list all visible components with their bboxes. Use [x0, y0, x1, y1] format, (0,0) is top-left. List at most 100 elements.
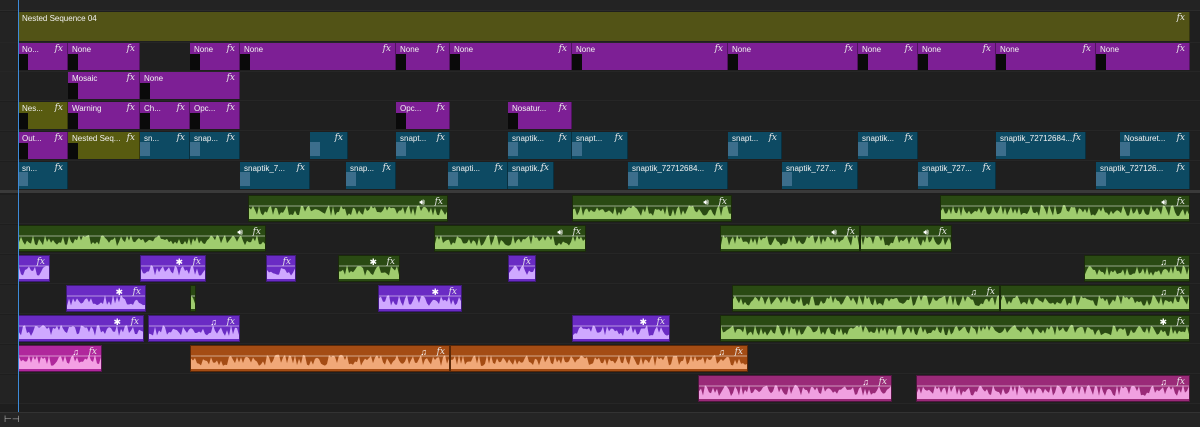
fx-badge-icon[interactable]: fx [939, 227, 947, 237]
zoom-to-fit-icon[interactable]: ⊢⊣ [4, 414, 20, 425]
fx-badge-icon[interactable]: fx [1083, 44, 1091, 54]
fx-badge-icon[interactable]: fx [905, 133, 913, 143]
audio-track-header[interactable] [0, 375, 19, 403]
fx-badge-icon[interactable]: fx [1073, 133, 1081, 143]
video-clip[interactable]: Nosaturet... fx [1120, 132, 1190, 159]
video-clip[interactable]: None fx [572, 43, 728, 70]
video-clip[interactable]: snaptik_727126... fx [1096, 162, 1190, 189]
fx-badge-icon[interactable]: fx [55, 163, 63, 173]
horizontal-scrollbar[interactable] [0, 412, 1200, 427]
fx-badge-icon[interactable]: fx [127, 103, 135, 113]
video-track-header[interactable] [0, 102, 19, 130]
video-clip[interactable]: snapt... fx [396, 132, 450, 159]
video-track-header[interactable] [0, 43, 19, 71]
video-clip[interactable]: snaptik_727... fx [918, 162, 996, 189]
video-clip[interactable]: None fx [1096, 43, 1190, 70]
fx-badge-icon[interactable]: fx [127, 73, 135, 83]
audio-clip[interactable]: fx ✱ [18, 315, 144, 342]
video-track-header[interactable] [0, 72, 19, 100]
fx-badge-icon[interactable]: fx [335, 133, 343, 143]
fx-badge-icon[interactable]: fx [1177, 197, 1185, 207]
audio-clip[interactable]: fx ✱ [66, 285, 146, 312]
fx-badge-icon[interactable]: fx [1177, 44, 1185, 54]
fx-badge-icon[interactable]: fx [847, 227, 855, 237]
video-clip[interactable]: Nosatur... fx [508, 102, 572, 129]
fx-badge-icon[interactable]: fx [437, 44, 445, 54]
video-clip[interactable]: snapti... fx [448, 162, 508, 189]
audio-clip[interactable]: fx ✱ [720, 315, 1190, 342]
video-clip[interactable]: snaptik... fx [508, 162, 554, 189]
fx-badge-icon[interactable]: fx [983, 163, 991, 173]
fx-badge-icon[interactable]: fx [253, 227, 261, 237]
audio-clip[interactable]: fx ♫ [916, 375, 1190, 402]
audio-clip[interactable]: fx ✱ [338, 255, 400, 282]
fx-badge-icon[interactable]: fx [1177, 163, 1185, 173]
fx-badge-icon[interactable]: fx [845, 163, 853, 173]
fx-badge-icon[interactable]: fx [573, 227, 581, 237]
fx-badge-icon[interactable]: fx [227, 44, 235, 54]
video-track-header[interactable] [0, 162, 19, 190]
fx-badge-icon[interactable]: fx [383, 44, 391, 54]
playhead[interactable] [18, 0, 19, 420]
fx-badge-icon[interactable]: fx [495, 163, 503, 173]
video-clip[interactable]: No... fx [18, 43, 68, 70]
fx-badge-icon[interactable]: fx [559, 44, 567, 54]
video-clip[interactable]: snap... fx [190, 132, 240, 159]
fx-badge-icon[interactable]: fx [283, 257, 291, 267]
time-ruler[interactable] [0, 0, 1200, 11]
video-track-6[interactable] [0, 162, 1200, 191]
video-clip[interactable]: snapt... fx [728, 132, 782, 159]
video-clip[interactable]: snaptik_7... fx [240, 162, 310, 189]
fx-badge-icon[interactable]: fx [1177, 257, 1185, 267]
audio-clip[interactable]: fx [266, 255, 296, 282]
audio-clip[interactable]: fx 🔊︎ [940, 195, 1190, 222]
video-clip[interactable]: sn... fx [18, 162, 68, 189]
video-clip[interactable]: None fx [396, 43, 450, 70]
audio-clip[interactable]: fx ♫ [450, 345, 748, 372]
video-clip[interactable]: snaptik_72712684... fx [996, 132, 1086, 159]
video-clip[interactable]: None fx [140, 72, 240, 99]
fx-badge-icon[interactable]: fx [1177, 133, 1185, 143]
fx-badge-icon[interactable]: fx [297, 163, 305, 173]
fx-badge-icon[interactable]: fx [127, 133, 135, 143]
audio-clip[interactable]: fx 🔊︎ [18, 225, 266, 252]
fx-badge-icon[interactable]: fx [127, 44, 135, 54]
fx-badge-icon[interactable]: fx [559, 103, 567, 113]
audio-clip[interactable]: fx [18, 255, 50, 282]
video-track-header[interactable] [0, 12, 19, 42]
audio-clip[interactable]: fx 🔊︎ [572, 195, 732, 222]
video-clip[interactable]: Nes... fx [18, 102, 68, 129]
video-track-header[interactable] [0, 132, 19, 160]
audio-clip[interactable]: fx ✱ [140, 255, 206, 282]
audio-clip[interactable]: fx ♫ [1084, 255, 1190, 282]
fx-badge-icon[interactable]: fx [89, 347, 97, 357]
fx-badge-icon[interactable]: fx [1177, 377, 1185, 387]
fx-badge-icon[interactable]: fx [227, 317, 235, 327]
fx-badge-icon[interactable]: fx [1177, 317, 1185, 327]
fx-badge-icon[interactable]: fx [769, 133, 777, 143]
video-clip[interactable]: None fx [240, 43, 396, 70]
video-clip[interactable]: Warning fx [68, 102, 140, 129]
fx-badge-icon[interactable]: fx [227, 73, 235, 83]
audio-clip[interactable]: fx ♫ [698, 375, 892, 402]
fx-badge-icon[interactable]: fx [715, 44, 723, 54]
fx-badge-icon[interactable]: fx [905, 44, 913, 54]
fx-badge-icon[interactable]: fx [55, 44, 63, 54]
fx-badge-icon[interactable]: fx [541, 163, 549, 173]
audio-clip[interactable]: fx ✱ [572, 315, 670, 342]
video-clip[interactable]: None fx [918, 43, 996, 70]
fx-badge-icon[interactable]: fx [657, 317, 665, 327]
fx-badge-icon[interactable]: fx [1177, 287, 1185, 297]
video-clip[interactable]: Opc... fx [190, 102, 240, 129]
video-clip[interactable]: Out... fx [18, 132, 68, 159]
video-clip[interactable]: snaptik_72712684... fx [628, 162, 728, 189]
video-clip[interactable]: Nested Seq... fx [68, 132, 140, 159]
video-clip[interactable]: None fx [190, 43, 240, 70]
fx-badge-icon[interactable]: fx [879, 377, 887, 387]
video-clip[interactable]: snaptik... fx [508, 132, 572, 159]
fx-badge-icon[interactable]: fx [719, 197, 727, 207]
audio-clip[interactable]: fx 🔊︎ [860, 225, 952, 252]
fx-badge-icon[interactable]: fx [131, 317, 139, 327]
video-clip[interactable]: snaptik... fx [858, 132, 918, 159]
fx-badge-icon[interactable]: fx [387, 257, 395, 267]
